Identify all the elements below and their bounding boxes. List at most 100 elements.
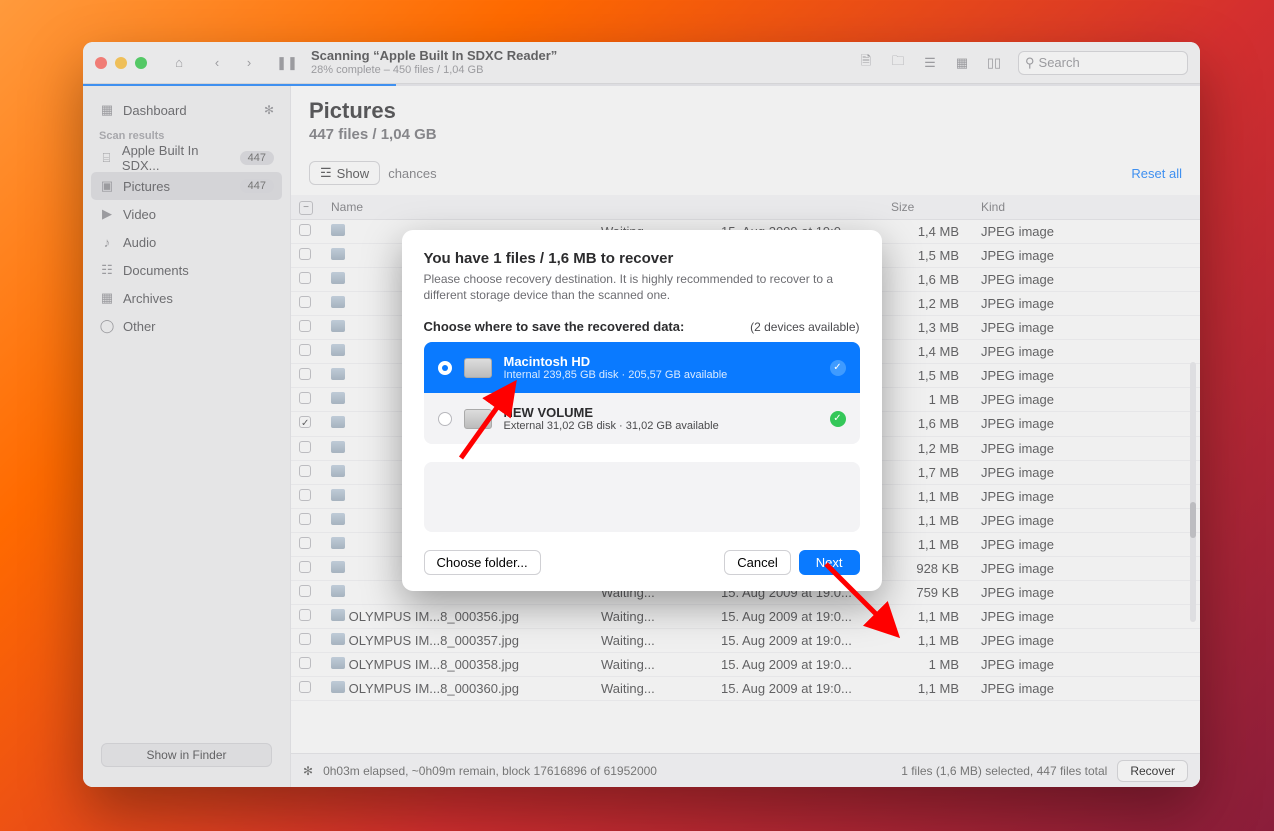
file-preview: Waiting... bbox=[593, 628, 713, 652]
file-size: 1,1 MB bbox=[883, 508, 973, 532]
sidebar-item[interactable]: ▶Video bbox=[91, 200, 282, 228]
thumbnail-icon bbox=[331, 561, 345, 573]
file-kind: JPEG image bbox=[973, 556, 1200, 580]
sidebar-item[interactable]: ⌸Apple Built In SDX...447 bbox=[91, 144, 282, 172]
row-checkbox[interactable] bbox=[299, 489, 311, 501]
table-row[interactable]: OLYMPUS IM...8_000357.jpgWaiting...15. A… bbox=[291, 628, 1200, 652]
folder-dropzone[interactable] bbox=[424, 462, 860, 532]
file-name: OLYMPUS IM...8_000360.jpg bbox=[349, 681, 519, 696]
file-size: 1,6 MB bbox=[883, 267, 973, 291]
file-kind: JPEG image bbox=[973, 315, 1200, 339]
status-bar: ✻ 0h03m elapsed, ~0h09m remain, block 17… bbox=[291, 753, 1200, 787]
collapse-all-button[interactable]: − bbox=[299, 201, 313, 215]
table-row[interactable]: OLYMPUS IM...8_000356.jpgWaiting...15. A… bbox=[291, 604, 1200, 628]
reset-all-link[interactable]: Reset all bbox=[1131, 166, 1182, 181]
row-checkbox[interactable] bbox=[299, 392, 311, 404]
scrollbar-thumb[interactable] bbox=[1190, 502, 1196, 538]
row-checkbox[interactable] bbox=[299, 272, 311, 284]
thumbnail-icon bbox=[331, 633, 345, 645]
file-kind: JPEG image bbox=[973, 411, 1200, 436]
sidebar-dashboard-label: Dashboard bbox=[123, 103, 187, 118]
thumbnail-icon bbox=[331, 681, 345, 693]
col-preview[interactable] bbox=[593, 195, 713, 219]
sidebar-item-icon: ◯ bbox=[99, 318, 115, 334]
app-window: ⌂ ‹ › ❚❚ Scanning “Apple Built In SDXC R… bbox=[83, 42, 1200, 787]
page-subtitle: 447 files / 1,04 GB bbox=[309, 126, 1182, 143]
file-size: 1,1 MB bbox=[883, 484, 973, 508]
show-in-finder-button[interactable]: Show in Finder bbox=[101, 743, 272, 767]
radio-icon[interactable] bbox=[438, 361, 452, 375]
table-row[interactable]: OLYMPUS IM...8_000360.jpgWaiting...15. A… bbox=[291, 676, 1200, 700]
new-file-icon[interactable]: 🗎 bbox=[852, 51, 880, 75]
row-checkbox[interactable] bbox=[299, 368, 311, 380]
sidebar-item-label: Other bbox=[123, 319, 156, 334]
col-size[interactable]: Size bbox=[883, 195, 973, 219]
search-input[interactable]: ⚲ Search bbox=[1018, 51, 1188, 75]
list-view-icon[interactable]: ☰ bbox=[916, 51, 944, 75]
sidebar-item[interactable]: ☷Documents bbox=[91, 256, 282, 284]
row-checkbox[interactable] bbox=[299, 344, 311, 356]
row-checkbox[interactable] bbox=[299, 609, 311, 621]
thumbnail-icon bbox=[331, 368, 345, 380]
choose-folder-button[interactable]: Choose folder... bbox=[424, 550, 541, 575]
sidebar-item-label: Apple Built In SDX... bbox=[122, 143, 232, 173]
row-checkbox[interactable] bbox=[299, 513, 311, 525]
file-kind: JPEG image bbox=[973, 580, 1200, 604]
radio-icon[interactable] bbox=[438, 412, 452, 426]
sidebar-item[interactable]: ◯ Other bbox=[91, 312, 282, 340]
close-button[interactable] bbox=[95, 57, 107, 69]
file-kind: JPEG image bbox=[973, 219, 1200, 243]
file-size: 1,4 MB bbox=[883, 339, 973, 363]
scrollbar[interactable] bbox=[1190, 362, 1196, 622]
forward-button[interactable]: › bbox=[235, 51, 263, 75]
dialog-title: You have 1 files / 1,6 MB to recover bbox=[424, 250, 860, 267]
search-icon: ⚲ bbox=[1025, 55, 1035, 71]
file-size: 1,2 MB bbox=[883, 291, 973, 315]
pause-button[interactable]: ❚❚ bbox=[273, 51, 301, 75]
row-checkbox[interactable] bbox=[299, 561, 311, 573]
show-filter[interactable]: ☲ Show bbox=[309, 161, 380, 185]
table-row[interactable]: OLYMPUS IM...8_000358.jpgWaiting...15. A… bbox=[291, 652, 1200, 676]
row-checkbox[interactable] bbox=[299, 633, 311, 645]
home-button[interactable]: ⌂ bbox=[165, 51, 193, 75]
back-button[interactable]: ‹ bbox=[203, 51, 231, 75]
recover-button[interactable]: Recover bbox=[1117, 760, 1188, 782]
dialog-subtitle: Please choose recovery destination. It i… bbox=[424, 271, 860, 303]
row-checkbox[interactable] bbox=[299, 657, 311, 669]
row-checkbox[interactable] bbox=[299, 441, 311, 453]
file-size: 1,6 MB bbox=[883, 411, 973, 436]
row-checkbox[interactable] bbox=[299, 537, 311, 549]
row-checkbox[interactable] bbox=[299, 585, 311, 597]
row-checkbox[interactable] bbox=[299, 416, 311, 428]
sidebar-item[interactable]: ▣Pictures447 bbox=[91, 172, 282, 200]
spinner-icon: ✻ bbox=[264, 103, 274, 117]
col-date[interactable] bbox=[713, 195, 883, 219]
minimize-button[interactable] bbox=[115, 57, 127, 69]
annotation-arrow bbox=[456, 373, 526, 463]
row-checkbox[interactable] bbox=[299, 681, 311, 693]
grid-view-icon[interactable]: ▦ bbox=[948, 51, 976, 75]
maximize-button[interactable] bbox=[135, 57, 147, 69]
row-checkbox[interactable] bbox=[299, 224, 311, 236]
thumbnail-icon bbox=[331, 513, 345, 525]
cancel-button[interactable]: Cancel bbox=[724, 550, 790, 575]
check-icon: ✓ bbox=[830, 411, 846, 427]
col-kind[interactable]: Kind bbox=[973, 195, 1200, 219]
row-checkbox[interactable] bbox=[299, 248, 311, 260]
view-group: 🗎 🗀 ☰ ▦ ▯▯ bbox=[852, 51, 1008, 75]
columns-view-icon[interactable]: ▯▯ bbox=[980, 51, 1008, 75]
row-checkbox[interactable] bbox=[299, 465, 311, 477]
toolbar: ⌂ ‹ › ❚❚ Scanning “Apple Built In SDXC R… bbox=[83, 42, 1200, 84]
sidebar-item[interactable]: ▦Archives bbox=[91, 284, 282, 312]
sidebar-item-icon: ♪ bbox=[99, 235, 115, 250]
device-name: NEW VOLUME bbox=[504, 405, 719, 420]
col-name[interactable]: Name bbox=[323, 195, 593, 219]
row-checkbox[interactable] bbox=[299, 296, 311, 308]
sidebar-dashboard[interactable]: ▦ Dashboard ✻ bbox=[91, 96, 282, 124]
device-sub: External 31,02 GB disk · 31,02 GB availa… bbox=[504, 420, 719, 432]
row-checkbox[interactable] bbox=[299, 320, 311, 332]
file-size: 1,1 MB bbox=[883, 532, 973, 556]
folder-icon[interactable]: 🗀 bbox=[884, 51, 912, 75]
sidebar-item[interactable]: ♪Audio bbox=[91, 228, 282, 256]
file-kind: JPEG image bbox=[973, 628, 1200, 652]
